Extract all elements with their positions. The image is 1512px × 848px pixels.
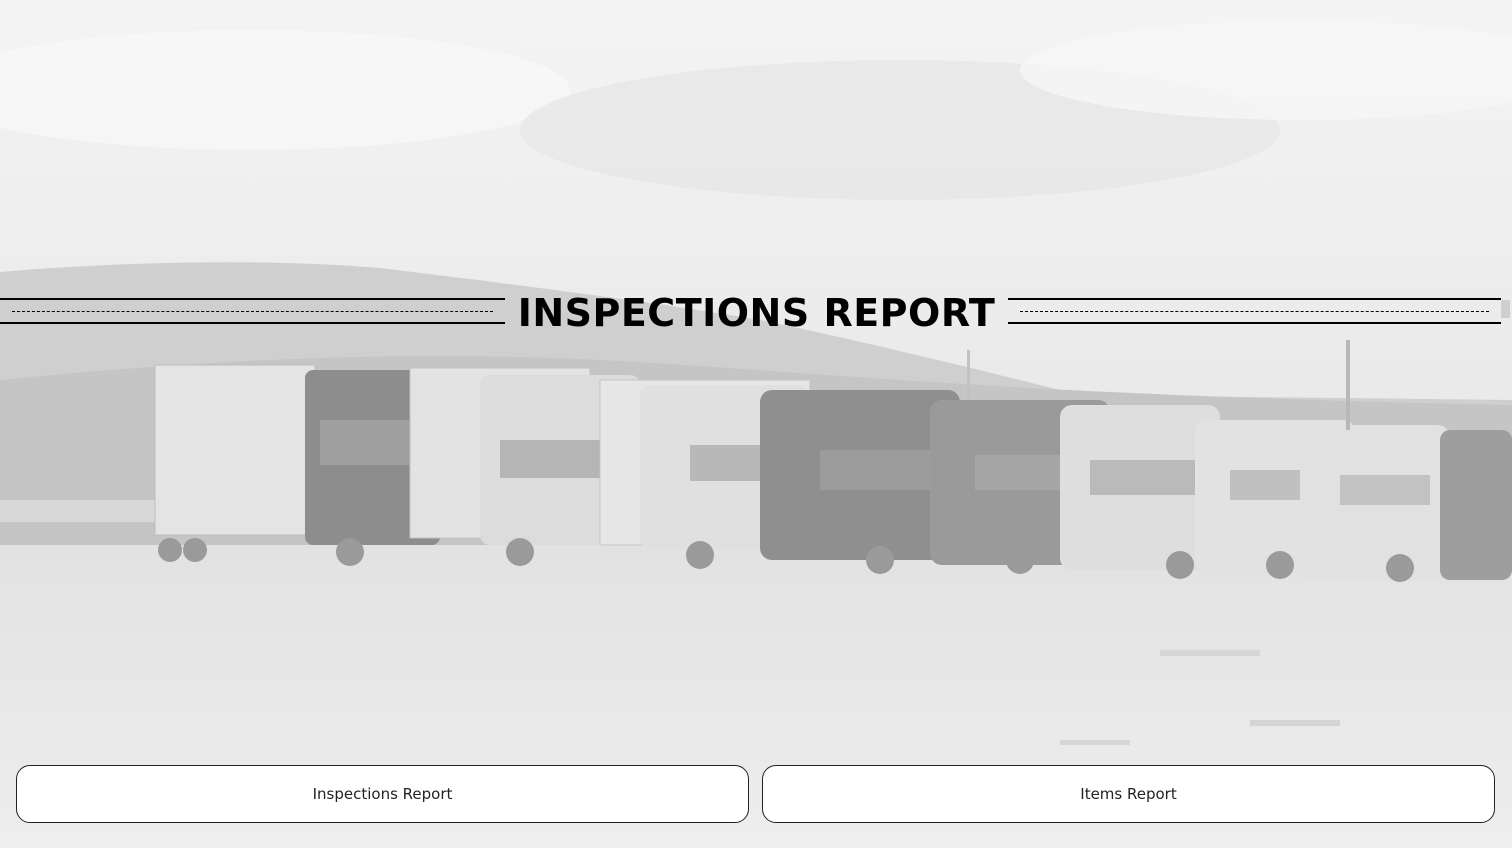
scrollbar-thumb[interactable] — [1501, 300, 1510, 318]
background-truck-yard-image — [0, 0, 1512, 848]
report-page: INSPECTIONS REPORT Inspections Report It… — [0, 0, 1512, 848]
title-rule-left — [0, 298, 505, 324]
items-report-button[interactable]: Items Report — [762, 765, 1495, 823]
title-banner: INSPECTIONS REPORT — [0, 290, 1512, 336]
page-title: INSPECTIONS REPORT — [517, 291, 996, 335]
inspections-report-button[interactable]: Inspections Report — [16, 765, 749, 823]
title-rule-right — [1008, 298, 1501, 324]
